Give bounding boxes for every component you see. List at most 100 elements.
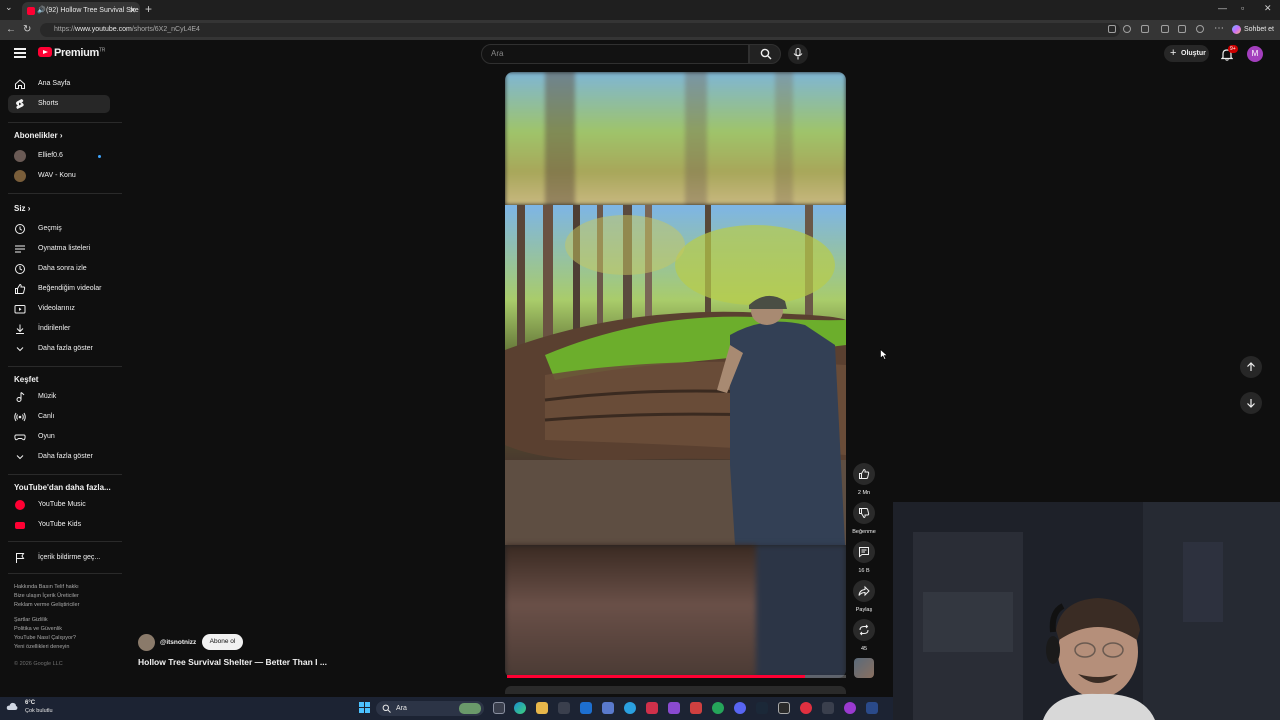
app-icon[interactable] (668, 702, 680, 714)
create-button[interactable]: + Oluştur (1164, 45, 1209, 62)
store-icon[interactable] (558, 702, 570, 714)
back-icon[interactable]: ← (6, 24, 16, 35)
maximize-button[interactable]: ▫ (1241, 3, 1244, 13)
app-icon[interactable] (690, 702, 702, 714)
subscriptions-header[interactable]: Abonelikler › (14, 131, 62, 140)
sidebar-item-playlists[interactable]: Oynatma listeleri (8, 240, 110, 258)
footer-links[interactable]: Şartlar Gizlilik Politika ve Güvenlik Yo… (14, 616, 114, 652)
edge-icon[interactable] (514, 702, 526, 714)
sidebar-divider (8, 193, 122, 194)
footer-links[interactable]: Hakkında Basın Telif hakkı Bize ulaşın İ… (14, 583, 114, 610)
app-icon[interactable] (646, 702, 658, 714)
app-icon[interactable] (602, 702, 614, 714)
copilot-button[interactable]: Sohbet et (1232, 23, 1274, 37)
sidebar-item-history[interactable]: Geçmiş (8, 220, 110, 238)
app-icon[interactable] (822, 702, 834, 714)
previous-short-button[interactable] (1240, 356, 1262, 378)
extension-icon[interactable] (1141, 25, 1149, 33)
chevron-right-icon: › (59, 131, 63, 140)
comments-button[interactable] (853, 541, 875, 563)
copilot-icon (1232, 24, 1241, 34)
video-progress-bar[interactable] (507, 675, 846, 678)
copyright: © 2026 Google LLC (14, 661, 63, 667)
dislike-button[interactable] (853, 502, 875, 524)
sidebar-item-downloads[interactable]: İndirilenler (8, 320, 110, 338)
sidebar-item-gaming[interactable]: Oyun (8, 428, 110, 446)
next-short-button[interactable] (1240, 392, 1262, 414)
outlook-icon[interactable] (580, 702, 592, 714)
browser-tab[interactable]: 🔊 (92) Hollow Tree Survival She ✕ (22, 2, 140, 20)
video-icon (14, 305, 26, 314)
channel-name[interactable]: @itsnotnizz (160, 639, 196, 646)
sidebar-item-live[interactable]: Canlı (8, 408, 110, 426)
sidebar-item-youtube-kids[interactable]: YouTube Kids (8, 516, 110, 534)
speaker-icon[interactable]: 🔊 (37, 2, 46, 20)
short-video-player[interactable] (505, 72, 846, 678)
subscribe-button[interactable]: Abone ol (202, 634, 243, 650)
discord-icon[interactable] (734, 702, 746, 714)
voice-search-button[interactable] (788, 44, 808, 64)
app-icon[interactable] (624, 702, 636, 714)
new-tab-button[interactable]: + (145, 2, 152, 16)
youtube-favicon-icon (27, 7, 35, 15)
new-content-dot (98, 155, 101, 158)
menu-icon[interactable] (14, 48, 26, 58)
reload-icon[interactable]: ↻ (23, 24, 31, 35)
youtube-logo[interactable]: PremiumTR (38, 47, 105, 59)
download-icon (16, 324, 24, 334)
windows-start-icon[interactable] (359, 702, 370, 713)
reader-icon[interactable] (1108, 25, 1116, 33)
tab-title: (92) Hollow Tree Survival She (46, 7, 139, 14)
close-window-button[interactable]: ✕ (1264, 3, 1272, 14)
short-title[interactable]: Hollow Tree Survival Shelter — Better Th… (138, 657, 327, 667)
steam-icon[interactable] (756, 702, 768, 714)
search-button[interactable] (749, 44, 781, 64)
whatsapp-icon[interactable] (712, 702, 724, 714)
sidebar-item-home[interactable]: Ana Sayfa (8, 75, 110, 93)
more-menu-icon[interactable]: ⋯ (1214, 23, 1224, 34)
next-short-preview[interactable] (505, 686, 846, 694)
star-icon[interactable] (1123, 25, 1131, 33)
sidebar-item-youtube-music[interactable]: YouTube Music (8, 496, 110, 514)
task-view-icon[interactable] (493, 702, 505, 714)
sidebar-divider (8, 573, 122, 574)
weather-cloud-icon (6, 702, 18, 710)
taskbar-search-box[interactable]: Ara (376, 701, 484, 716)
app-icon[interactable] (844, 702, 856, 714)
mouse-cursor-icon (880, 349, 888, 360)
sidebar-item-subscription[interactable]: Ellief0.6 (8, 147, 110, 165)
share-button[interactable] (853, 580, 875, 602)
sidebar-divider (8, 474, 122, 475)
sidebar-item-watch-later[interactable]: Daha sonra izle (8, 260, 110, 278)
weather-description[interactable]: Çok bulutlu (25, 708, 53, 714)
app-icon[interactable] (778, 702, 790, 714)
you-header[interactable]: Siz › (14, 204, 30, 213)
remix-count: 45 (860, 646, 868, 652)
close-tab-icon[interactable]: ✕ (129, 2, 136, 20)
profile-icon[interactable] (1196, 25, 1204, 33)
tab-search-icon[interactable]: ⌄ (5, 2, 13, 13)
split-icon[interactable] (1161, 25, 1169, 33)
account-avatar[interactable]: M (1247, 46, 1263, 62)
app-icon[interactable] (866, 702, 878, 714)
file-explorer-icon[interactable] (536, 702, 548, 714)
favorites-icon[interactable] (1178, 25, 1186, 33)
url-field[interactable]: https://www.youtube.com/shorts/6X2_nCyL4… (40, 23, 1120, 37)
sidebar-item-shorts[interactable]: Shorts (8, 95, 110, 113)
sidebar-item-show-more[interactable]: Daha fazla göster (8, 340, 110, 358)
app-icon[interactable] (800, 702, 812, 714)
music-note-icon (16, 392, 25, 402)
search-input[interactable]: Ara (481, 44, 749, 64)
channel-avatar[interactable] (138, 634, 155, 651)
remix-button[interactable] (853, 619, 875, 641)
weather-temperature[interactable]: 6°C (25, 700, 35, 706)
sidebar-item-your-videos[interactable]: Videolarınız (8, 300, 110, 318)
minimize-button[interactable]: — (1218, 3, 1227, 13)
sidebar-item-report-history[interactable]: İçerik bildirme geç... (8, 549, 110, 567)
like-button[interactable] (853, 463, 875, 485)
sidebar-item-liked-videos[interactable]: Beğendiğim videolar (8, 280, 110, 298)
sidebar-item-music[interactable]: Müzik (8, 388, 110, 406)
audio-thumbnail[interactable] (854, 658, 874, 678)
sidebar-item-show-more[interactable]: Daha fazla göster (8, 448, 110, 466)
sidebar-item-subscription[interactable]: WAV - Konu (8, 167, 110, 185)
